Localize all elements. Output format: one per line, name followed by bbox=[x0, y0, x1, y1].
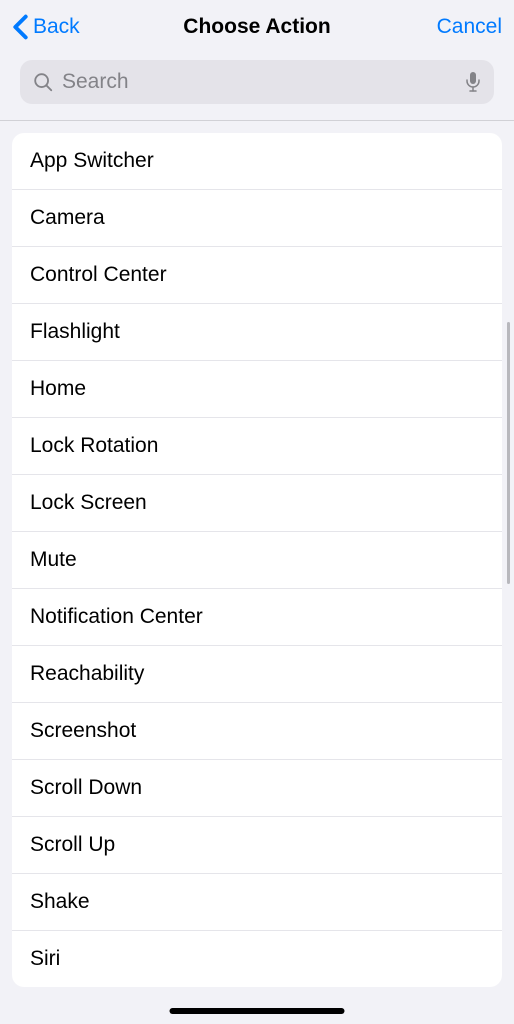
chevron-left-icon bbox=[12, 14, 29, 40]
action-label: Reachability bbox=[30, 662, 144, 686]
search-input[interactable] bbox=[62, 70, 464, 94]
action-item-mute[interactable]: Mute bbox=[12, 532, 502, 589]
search-container bbox=[0, 54, 514, 120]
action-item-screenshot[interactable]: Screenshot bbox=[12, 703, 502, 760]
action-label: Screenshot bbox=[30, 719, 136, 743]
content-area[interactable]: App Switcher Camera Control Center Flash… bbox=[0, 121, 514, 1024]
action-label: Lock Rotation bbox=[30, 434, 158, 458]
action-item-lock-rotation[interactable]: Lock Rotation bbox=[12, 418, 502, 475]
action-label: Shake bbox=[30, 890, 90, 914]
action-item-flashlight[interactable]: Flashlight bbox=[12, 304, 502, 361]
action-label: Home bbox=[30, 377, 86, 401]
scroll-indicator[interactable] bbox=[507, 322, 510, 584]
search-field[interactable] bbox=[20, 60, 494, 104]
action-item-scroll-up[interactable]: Scroll Up bbox=[12, 817, 502, 874]
cancel-button[interactable]: Cancel bbox=[412, 15, 502, 39]
action-label: Flashlight bbox=[30, 320, 120, 344]
action-item-reachability[interactable]: Reachability bbox=[12, 646, 502, 703]
action-label: Scroll Up bbox=[30, 833, 115, 857]
action-label: Mute bbox=[30, 548, 77, 572]
action-label: Notification Center bbox=[30, 605, 203, 629]
action-item-scroll-down[interactable]: Scroll Down bbox=[12, 760, 502, 817]
microphone-icon[interactable] bbox=[464, 71, 482, 93]
page-title: Choose Action bbox=[102, 15, 412, 39]
action-label: Siri bbox=[30, 947, 60, 971]
action-item-home[interactable]: Home bbox=[12, 361, 502, 418]
action-item-control-center[interactable]: Control Center bbox=[12, 247, 502, 304]
action-label: Camera bbox=[30, 206, 105, 230]
action-item-notification-center[interactable]: Notification Center bbox=[12, 589, 502, 646]
action-item-shake[interactable]: Shake bbox=[12, 874, 502, 931]
navigation-bar: Back Choose Action Cancel bbox=[0, 0, 514, 54]
back-button[interactable]: Back bbox=[12, 14, 102, 40]
action-item-lock-screen[interactable]: Lock Screen bbox=[12, 475, 502, 532]
back-label: Back bbox=[33, 15, 80, 39]
action-item-app-switcher[interactable]: App Switcher bbox=[12, 133, 502, 190]
search-icon bbox=[32, 71, 54, 93]
action-label: Scroll Down bbox=[30, 776, 142, 800]
action-label: App Switcher bbox=[30, 149, 154, 173]
action-label: Control Center bbox=[30, 263, 167, 287]
action-item-siri[interactable]: Siri bbox=[12, 931, 502, 987]
home-indicator[interactable] bbox=[170, 1008, 345, 1014]
action-item-camera[interactable]: Camera bbox=[12, 190, 502, 247]
action-label: Lock Screen bbox=[30, 491, 147, 515]
action-list: App Switcher Camera Control Center Flash… bbox=[12, 133, 502, 987]
